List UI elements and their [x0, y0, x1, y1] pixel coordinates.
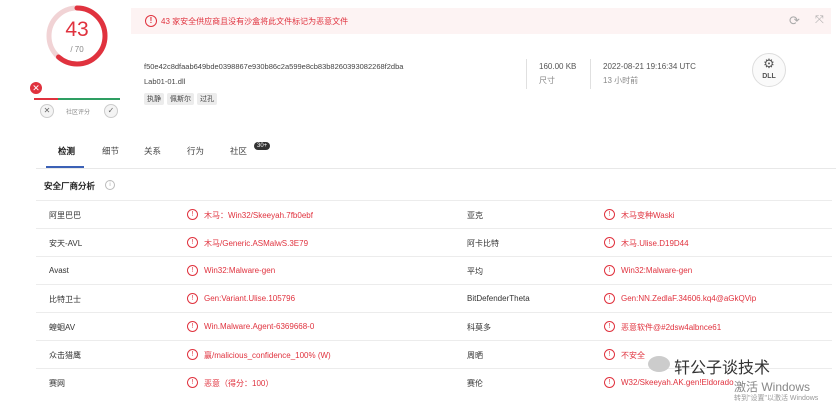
file-name: Lab01-01.dll	[144, 77, 186, 86]
detection-score-gauge: 43 / 70	[44, 3, 110, 69]
wechat-logo-icon	[648, 356, 670, 372]
alert-icon: !	[187, 349, 198, 360]
vendor-result: 不安全	[621, 351, 645, 360]
detection-count: 43	[65, 18, 89, 41]
file-tag[interactable]: 过孔	[197, 93, 217, 105]
alert-icon: !	[604, 293, 615, 304]
vendor-result: Win32:Malware-gen	[204, 266, 276, 275]
file-type-icon: ⚙ DLL	[752, 53, 786, 87]
vendor-name: 科莫多	[467, 323, 491, 332]
active-tab-indicator	[46, 166, 84, 168]
vendor-result: Win32:Malware-gen	[621, 266, 693, 275]
community-score-bar	[34, 98, 120, 100]
vote-harmful-button[interactable]: ✕	[40, 104, 54, 118]
windows-activation-hint: 转到"设置"以激活 Windows	[734, 395, 819, 402]
alert-icon: !	[604, 349, 615, 360]
alert-icon: !	[145, 15, 157, 27]
vendor-name: 比特卫士	[49, 295, 81, 304]
vote-harmless-button[interactable]: ✓	[104, 104, 118, 118]
vendor-name: BitDefenderTheta	[467, 294, 530, 303]
vendor-result: W32/Skeeyah.AK.gen!Eldorado	[621, 378, 734, 387]
alert-icon: !	[604, 321, 615, 332]
alert-icon: !	[604, 377, 615, 388]
alert-icon: !	[187, 237, 198, 248]
alert-icon: !	[604, 237, 615, 248]
vendor-name: 阿卡比特	[467, 239, 499, 248]
community-count-badge: 30+	[254, 142, 271, 150]
file-hash: f50e42c8dfaab649bde0398867e930b86c2a599e…	[144, 62, 404, 71]
alert-icon: !	[187, 377, 198, 388]
vendor-name: 亚克	[467, 211, 483, 220]
vendor-name: 赛伦	[467, 379, 483, 388]
alert-icon: !	[187, 321, 198, 332]
similar-files-icon[interactable]: ⤧	[815, 14, 824, 27]
tab-detection[interactable]: 检测	[58, 145, 75, 157]
file-size-label: 尺寸	[539, 76, 555, 85]
alert-icon: !	[187, 293, 198, 304]
last-analysis-relative: 13 小时前	[603, 76, 639, 85]
vendor-result: Gen:Variant.Ulise.105796	[204, 294, 296, 303]
tab-community[interactable]: 社区	[230, 145, 247, 157]
table-row: 蝗蛔AV ! Win.Malware.Agent-6369668-0 科莫多 !…	[36, 312, 832, 340]
alert-icon: !	[604, 209, 615, 220]
info-icon[interactable]: i	[105, 180, 115, 190]
table-row: 阿里巴巴 ! 木马：Win32/Skeeyah.7fb0ebf 亚克 ! 木马变…	[36, 200, 832, 228]
detection-alert-bar: ! 43 家安全供应商且没有沙盒将此文件标记为恶意文件 ⟳ ⤧	[131, 8, 831, 34]
vendor-name: 赛网	[49, 379, 65, 388]
vendor-result: 恶意软件@#2dsw4albnce61	[621, 323, 722, 332]
file-size-value: 160.00 KB	[539, 62, 577, 71]
gear-icon: ⚙	[763, 56, 775, 71]
last-analysis-date: 2022-08-21 19:16:34 UTC	[603, 62, 696, 71]
file-tag[interactable]: 佩斯尔	[167, 93, 194, 105]
tab-relations[interactable]: 关系	[144, 145, 161, 157]
tab-behavior[interactable]: 行为	[187, 145, 204, 157]
vendor-result: Win.Malware.Agent-6369668-0	[204, 322, 315, 331]
vendor-result: 木马变种Waski	[621, 211, 675, 220]
vendor-name: Avast	[49, 266, 69, 275]
file-type-label: DLL	[762, 73, 776, 80]
alert-icon: !	[604, 265, 615, 276]
section-title: 安全厂商分析	[44, 181, 96, 191]
file-tag[interactable]: 执静	[144, 93, 164, 105]
table-row: Avast ! Win32:Malware-gen 平均 ! Win32:Mal…	[36, 256, 832, 284]
community-score-label: 社区评分	[66, 110, 91, 116]
vendor-name: 安天-AVL	[49, 239, 83, 248]
table-row: 比特卫士 ! Gen:Variant.Ulise.105796 BitDefen…	[36, 284, 832, 312]
vendor-name: 蝗蛔AV	[49, 323, 76, 332]
engine-total: / 70	[70, 45, 84, 54]
divider	[526, 59, 527, 89]
vendor-name: 周晒	[467, 351, 483, 360]
report-tabs: 检测 细节 关系 行为 社区 30+	[36, 136, 836, 169]
vendor-result: 木马：Win32/Skeeyah.7fb0ebf	[204, 211, 313, 220]
vendor-name: 平均	[467, 267, 483, 276]
table-row: 安天-AVL ! 木马/Generic.ASMalwS.3E79 阿卡比特 ! …	[36, 228, 832, 256]
alert-icon: !	[187, 209, 198, 220]
vendor-result: 恶意（得分：100）	[204, 379, 274, 388]
vendor-result: 赢/malicious_confidence_100% (W)	[204, 351, 331, 360]
tab-details[interactable]: 细节	[102, 145, 119, 157]
watermark-brand: 轩公子谈技术	[674, 360, 771, 377]
file-tags: 执静 佩斯尔 过孔	[144, 93, 220, 105]
community-negative-icon: ✕	[30, 82, 42, 94]
vendor-result: 木马/Generic.ASMalwS.3E79	[204, 239, 309, 248]
reanalyze-icon[interactable]: ⟳	[789, 13, 800, 29]
vendor-result: Gen:NN.ZedlaF.34606.kq4@aGkQVip	[621, 294, 757, 303]
divider	[590, 59, 591, 89]
vendor-name: 阿里巴巴	[49, 211, 81, 220]
vendor-name: 众击猎鹰	[49, 351, 81, 360]
alert-text: 43 家安全供应商且没有沙盒将此文件标记为恶意文件	[161, 17, 349, 26]
alert-icon: !	[187, 265, 198, 276]
vendor-result: 木马.Ulise.D19D44	[621, 239, 689, 248]
